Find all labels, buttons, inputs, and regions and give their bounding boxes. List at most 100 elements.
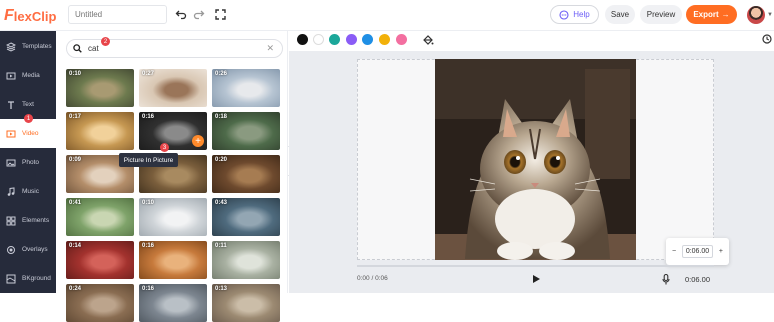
logo-text: lexClip xyxy=(13,8,57,24)
sidebar-item-label: Text xyxy=(22,101,34,108)
add-video-button[interactable]: + xyxy=(192,135,204,147)
video-duration: 0:20 xyxy=(215,157,228,163)
layers-icon xyxy=(6,41,16,52)
paint-bucket-icon[interactable] xyxy=(422,34,434,46)
sidebar-item-music[interactable]: Music xyxy=(0,177,56,206)
video-duration: 0:10 xyxy=(69,71,82,77)
step-badge: 1 xyxy=(24,114,33,123)
timeline-bar[interactable] xyxy=(357,265,714,267)
video-icon xyxy=(6,129,16,139)
duration-value[interactable]: 0:06.00 xyxy=(681,245,714,258)
video-duration: 0:10 xyxy=(142,200,155,206)
sidebar: Templates Media Text Video Photo Music Element… xyxy=(0,31,56,293)
video-thumbnail[interactable]: 0:24 xyxy=(66,284,134,322)
search-icon xyxy=(73,44,82,53)
video-thumbnail[interactable]: 0:26 xyxy=(212,69,280,107)
video-thumbnail[interactable]: 0:14 xyxy=(66,241,134,279)
video-thumbnail[interactable]: 0:13 xyxy=(212,284,280,322)
flexclip-logo[interactable]: FlexClip xyxy=(4,6,56,26)
chevron-down-icon[interactable]: ▼ xyxy=(767,12,773,18)
video-duration: 0:17 xyxy=(69,114,82,120)
video-thumbnail[interactable]: 0:10 xyxy=(139,198,207,236)
music-icon xyxy=(6,186,16,197)
decrease-button[interactable]: − xyxy=(672,248,676,255)
sidebar-item-label: Elements xyxy=(22,217,50,224)
sidebar-item-video[interactable]: Video xyxy=(0,119,56,148)
video-thumbnail[interactable]: 0:16 + xyxy=(139,112,207,150)
sidebar-item-bkground[interactable]: BKground xyxy=(0,264,56,293)
sidebar-item-label: Templates xyxy=(22,43,52,50)
increase-button[interactable]: + xyxy=(719,248,723,255)
preview-button[interactable]: Preview xyxy=(640,5,682,24)
step-badge: 3 xyxy=(160,143,169,152)
video-thumbnail[interactable]: 0:27 xyxy=(139,69,207,107)
editor-toolbar xyxy=(289,31,774,51)
media-icon xyxy=(6,71,16,81)
color-swatch[interactable] xyxy=(297,34,308,45)
time-label: 0:00 / 0:06 xyxy=(357,275,388,282)
fullscreen-icon[interactable] xyxy=(213,7,227,21)
clear-icon[interactable]: ✕ xyxy=(266,43,274,54)
video-duration: 0:16 xyxy=(142,114,155,120)
video-duration: 0:18 xyxy=(215,114,228,120)
sidebar-item-label: Video xyxy=(22,130,39,137)
save-button[interactable]: Save xyxy=(605,5,635,24)
video-duration: 0:27 xyxy=(142,71,155,77)
color-swatch[interactable] xyxy=(396,34,407,45)
sidebar-item-overlays[interactable]: Overlays xyxy=(0,235,56,264)
top-bar: FlexClip Help Save Preview Export → ▼ xyxy=(0,0,774,31)
sidebar-item-photo[interactable]: Photo xyxy=(0,148,56,177)
sidebar-item-templates[interactable]: Templates xyxy=(0,32,56,61)
sidebar-item-elements[interactable]: Elements xyxy=(0,206,56,235)
total-duration: 0:06.00 xyxy=(685,275,711,284)
sidebar-item-label: Overlays xyxy=(22,246,48,253)
video-thumbnail[interactable]: 0:18 xyxy=(212,112,280,150)
video-duration: 0:13 xyxy=(215,286,228,292)
color-swatch[interactable] xyxy=(346,34,357,45)
redo-icon[interactable] xyxy=(192,7,206,21)
clock-icon[interactable] xyxy=(762,34,772,44)
duration-stepper[interactable]: − 0:06.00 + xyxy=(666,238,729,265)
help-button[interactable]: Help xyxy=(550,5,599,24)
cat-video-frame[interactable] xyxy=(435,59,636,260)
export-button[interactable]: Export → xyxy=(686,5,737,24)
elements-icon xyxy=(6,216,16,226)
sidebar-item-label: BKground xyxy=(22,275,51,282)
overlays-icon xyxy=(6,245,16,255)
video-duration: 0:11 xyxy=(215,243,227,249)
play-icon[interactable] xyxy=(531,274,541,284)
video-thumbnail[interactable]: 0:41 xyxy=(66,198,134,236)
search-bar[interactable]: ✕ xyxy=(66,39,283,58)
avatar[interactable] xyxy=(747,6,765,24)
sidebar-item-label: Media xyxy=(22,72,40,79)
video-duration: 0:09 xyxy=(69,157,82,163)
video-thumbnail[interactable]: 0:20 xyxy=(212,155,280,193)
video-thumbnail[interactable]: 0:43 xyxy=(212,198,280,236)
sidebar-item-label: Photo xyxy=(22,159,39,166)
text-icon xyxy=(6,100,16,110)
video-thumbnail[interactable]: 0:10 xyxy=(66,69,134,107)
photo-icon xyxy=(6,158,16,168)
undo-icon[interactable] xyxy=(174,7,188,21)
color-swatch[interactable] xyxy=(362,34,373,45)
color-swatch[interactable] xyxy=(313,34,324,45)
video-duration: 0:16 xyxy=(142,243,155,249)
video-duration: 0:14 xyxy=(69,243,82,249)
video-thumbnail[interactable]: 0:17 xyxy=(66,112,134,150)
sidebar-item-media[interactable]: Media xyxy=(0,61,56,90)
video-thumbnail[interactable]: 0:11 xyxy=(212,241,280,279)
step-badge: 2 xyxy=(101,37,110,46)
video-duration: 0:41 xyxy=(69,200,82,206)
chat-icon xyxy=(559,9,569,20)
video-duration: 0:26 xyxy=(215,71,228,77)
video-duration: 0:24 xyxy=(69,286,82,292)
microphone-icon[interactable] xyxy=(662,273,670,285)
sidebar-item-label: Music xyxy=(22,188,39,195)
color-swatch[interactable] xyxy=(379,34,390,45)
search-input[interactable] xyxy=(88,44,248,53)
video-thumbnail[interactable]: 0:16 xyxy=(139,241,207,279)
color-swatch[interactable] xyxy=(329,34,340,45)
arrow-right-icon: → xyxy=(721,10,730,19)
project-title-input[interactable] xyxy=(68,5,167,24)
video-thumbnail[interactable]: 0:16 xyxy=(139,284,207,322)
